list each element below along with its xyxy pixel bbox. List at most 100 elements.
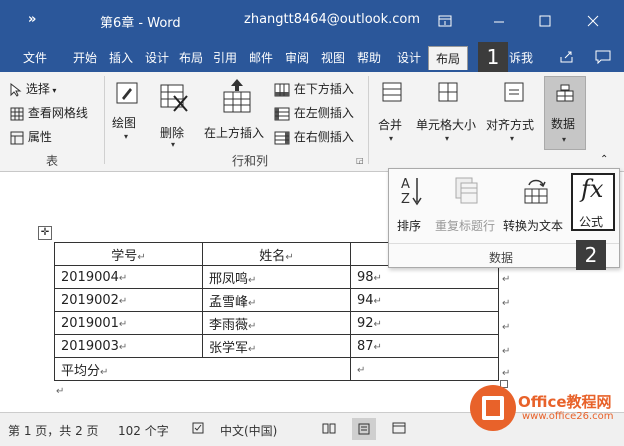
insert-below-button[interactable]: 在下方插入: [274, 80, 354, 97]
table-row: 2019002↵ 孟雪峰↵ 94↵: [54, 288, 499, 312]
cursor-icon: [10, 82, 22, 97]
callout-badge-2: 2: [576, 240, 606, 270]
sort-label: 排序: [397, 219, 422, 233]
document-title: 第6章 - Word: [100, 16, 181, 31]
sort-az-icon: AZ: [401, 177, 422, 207]
ribbon-divider: [104, 76, 105, 164]
insert-left-icon: [274, 107, 290, 120]
repeat-header-label: 重复标题行: [435, 219, 496, 233]
table-move-handle-icon[interactable]: ✛: [38, 226, 52, 240]
web-layout-icon[interactable]: [392, 422, 406, 437]
tab-tell-me[interactable]: 诉我: [506, 46, 536, 70]
average-value-cell[interactable]: ↵: [350, 357, 499, 381]
read-mode-icon[interactable]: [322, 422, 336, 437]
repeat-header-rows-button[interactable]: 重复标题行: [435, 173, 499, 237]
minimize-icon[interactable]: [484, 8, 514, 34]
user-account[interactable]: zhangtt8464@outlook.com: [244, 12, 420, 27]
ribbon-tabs: 文件 开始 插入 设计 布局 引用 邮件 审阅 视图 帮助 设计 布局 诉我: [0, 42, 624, 72]
insert-below-icon: [274, 83, 290, 96]
table-cell[interactable]: 孟雪峰↵: [202, 288, 351, 312]
close-icon[interactable]: [578, 8, 608, 34]
table-cell[interactable]: 2019001↵: [54, 311, 203, 335]
tab-insert[interactable]: 插入: [104, 46, 138, 70]
table-cell[interactable]: 2019003↵: [54, 334, 203, 358]
page-count[interactable]: 第 1 页，共 2 页: [8, 422, 99, 439]
tab-design[interactable]: 设计: [140, 46, 174, 70]
draw-button[interactable]: 绘图 ▾: [110, 78, 146, 148]
word-count[interactable]: 102 个字: [118, 422, 169, 439]
insert-right-button[interactable]: 在右侧插入: [274, 128, 354, 145]
insert-left-button[interactable]: 在左侧插入: [274, 104, 354, 121]
select-button[interactable]: 选择 ▾: [10, 80, 56, 97]
insert-below-label: 在下方插入: [293, 82, 354, 96]
table-row: 2019003↵ 张学军↵ 87↵: [54, 334, 499, 358]
comments-icon[interactable]: [588, 44, 618, 70]
tab-table-layout[interactable]: 布局: [428, 46, 468, 70]
dialog-launcher-icon[interactable]: ◲: [356, 156, 364, 165]
print-layout-icon[interactable]: [352, 418, 376, 440]
sort-button[interactable]: AZ 排序: [395, 173, 425, 237]
alignment-button[interactable]: 对齐方式 ▾: [486, 78, 542, 148]
cell-size-button[interactable]: 单元格大小 ▾: [414, 78, 484, 148]
group-label-table: 表: [46, 154, 59, 168]
ribbon-divider: [368, 76, 369, 164]
convert-to-text-button[interactable]: 转换为文本: [503, 173, 569, 237]
tab-references[interactable]: 引用: [208, 46, 242, 70]
grid-icon: [10, 107, 24, 120]
merge-cells-icon: [382, 82, 402, 102]
table-cell[interactable]: 94↵: [350, 288, 499, 312]
average-label-cell[interactable]: 平均分↵: [54, 357, 351, 381]
view-gridlines-button[interactable]: 查看网格线: [10, 104, 88, 121]
maximize-icon[interactable]: [530, 8, 560, 34]
quick-access-menu-icon[interactable]: »: [28, 12, 36, 27]
insert-above-icon: [223, 79, 251, 113]
tab-file[interactable]: 文件: [18, 46, 52, 70]
language-indicator[interactable]: 中文(中国): [220, 422, 277, 439]
fx-icon: fx: [581, 175, 604, 203]
svg-text:A: A: [401, 177, 410, 192]
tab-view[interactable]: 视图: [316, 46, 350, 70]
proofing-icon[interactable]: [192, 422, 204, 437]
office-logo: [470, 385, 516, 431]
table-cell[interactable]: 张学军↵: [202, 334, 351, 358]
view-gridlines-label: 查看网格线: [27, 106, 88, 120]
formula-button[interactable]: fx 公式: [571, 173, 615, 231]
header-cell[interactable]: 学号↵: [54, 242, 203, 266]
insert-above-label: 在上方插入: [204, 126, 265, 140]
properties-button[interactable]: 属性: [10, 128, 52, 145]
tab-home[interactable]: 开始: [68, 46, 102, 70]
formula-label: 公式: [579, 215, 604, 229]
table-cell[interactable]: 87↵: [350, 334, 499, 358]
table-cell[interactable]: 98↵: [350, 265, 499, 289]
table-cell[interactable]: 邢凤鸣↵: [202, 265, 351, 289]
callout-badge-1: 1: [478, 42, 508, 72]
group-label-rows-columns: 行和列: [232, 154, 269, 168]
watermark-brand: Office教程网: [518, 393, 612, 411]
convert-to-text-icon: [524, 179, 548, 204]
table-cell[interactable]: 李雨薇↵: [202, 311, 351, 335]
delete-table-icon: [160, 84, 188, 112]
table-cell[interactable]: 92↵: [350, 311, 499, 335]
draw-label: 绘图: [112, 116, 137, 130]
tab-mailings[interactable]: 邮件: [244, 46, 278, 70]
header-cell[interactable]: 姓名↵: [202, 242, 351, 266]
tab-table-design[interactable]: 设计: [392, 46, 426, 70]
table-row: 2019004↵ 邢凤鸣↵ 98↵: [54, 265, 499, 289]
merge-button[interactable]: 合并 ▾: [374, 78, 412, 148]
insert-above-button[interactable]: 在上方插入: [204, 78, 270, 148]
tab-help[interactable]: 帮助: [352, 46, 386, 70]
share-icon[interactable]: [552, 44, 582, 70]
properties-icon: [10, 131, 24, 144]
collapse-ribbon-icon[interactable]: ⌃: [600, 154, 608, 165]
alignment-label: 对齐方式: [486, 118, 535, 132]
ribbon-display-options-icon[interactable]: [430, 8, 460, 34]
delete-button[interactable]: 删除 ▾: [154, 78, 194, 149]
data-button[interactable]: 数据 ▾: [544, 76, 586, 150]
table-cell[interactable]: 2019004↵: [54, 265, 203, 289]
insert-right-label: 在右侧插入: [293, 130, 354, 144]
tab-layout[interactable]: 布局: [174, 46, 208, 70]
ribbon: 选择 ▾ 查看网格线 属性 表 绘图 ▾ 删除 ▾ 在上方插入 在下方插入 在左…: [0, 72, 624, 172]
table-cell[interactable]: 2019002↵: [54, 288, 203, 312]
tab-review[interactable]: 审阅: [280, 46, 314, 70]
insert-right-icon: [274, 131, 290, 144]
